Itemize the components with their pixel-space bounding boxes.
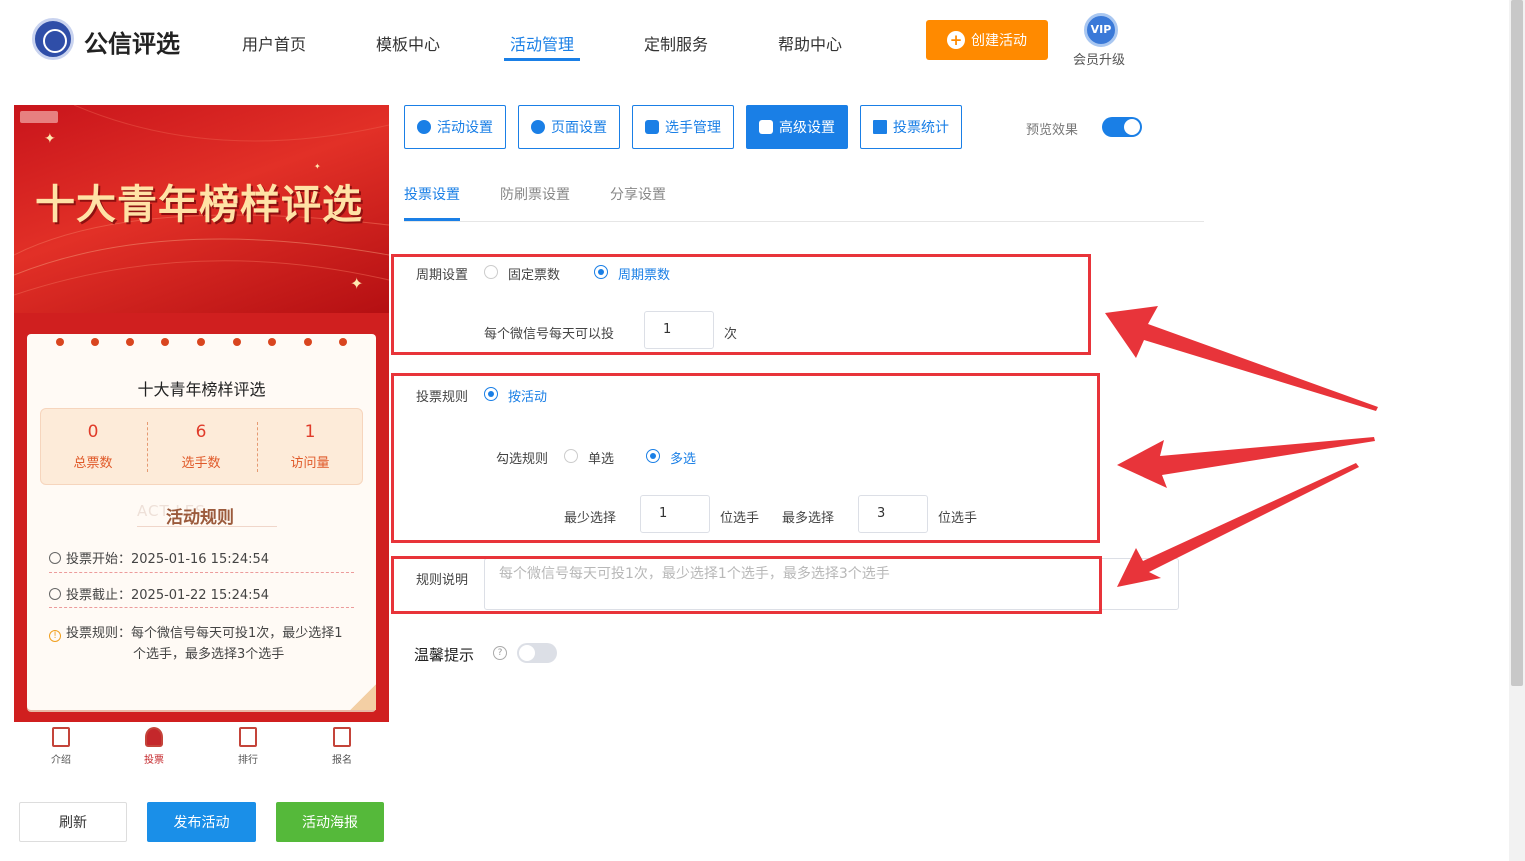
bottom-nav-signup-label: 报名 [332, 755, 352, 766]
rule-divider [49, 572, 354, 573]
bottom-nav-vote-label: 投票 [144, 755, 164, 766]
help-icon[interactable]: ? [493, 646, 507, 660]
star-icon [417, 120, 431, 134]
ring-decoration [304, 338, 312, 346]
vote-start-row: 投票开始：2025-01-16 15:24:54 [49, 548, 269, 567]
ring-decoration [91, 338, 99, 346]
svg-text:✦: ✦ [350, 274, 363, 293]
subtab-divider [404, 221, 1204, 222]
publish-activity-button[interactable]: 发布活动 [147, 802, 256, 842]
vote-end-row: 投票截止：2025-01-22 15:24:54 [49, 584, 269, 603]
card-corner-fold [350, 684, 376, 710]
vote-start-text: 投票开始：2025-01-16 15:24:54 [66, 552, 270, 567]
tab-vote-statistics[interactable]: 投票统计 [860, 105, 962, 149]
preview-effect-toggle[interactable] [1102, 117, 1142, 137]
ring-decoration [161, 338, 169, 346]
tab-advanced-settings-label: 高级设置 [779, 120, 835, 136]
refresh-button[interactable]: 刷新 [19, 802, 127, 842]
clock-icon [49, 552, 61, 564]
stat-candidates-value: 6 [195, 422, 207, 442]
tab-candidate-management[interactable]: 选手管理 [632, 105, 734, 149]
warm-tip-toggle[interactable] [517, 643, 557, 663]
rules-title: 活动规则 [166, 508, 234, 528]
ring-decoration [339, 338, 347, 346]
tab-activity-settings-label: 活动设置 [437, 120, 493, 136]
subtab-anti-fraud[interactable]: 防刷票设置 [500, 184, 570, 204]
create-activity-label: 创建活动 [971, 33, 1027, 49]
bottom-nav-vote[interactable]: 投票 [129, 727, 179, 766]
document-icon [52, 727, 70, 747]
card-title: 十大青年榜样评选 [137, 380, 266, 399]
vip-icon[interactable]: VIP [1084, 13, 1118, 47]
settings-sliders-icon [759, 120, 773, 134]
users-icon [645, 120, 659, 134]
subtab-share-settings[interactable]: 分享设置 [610, 184, 666, 204]
bottom-nav-ranking-label: 排行 [238, 755, 258, 766]
vote-rule-text: 投票规则：每个微信号每天可投1次，最少选择1 [66, 626, 343, 641]
ring-decoration [126, 338, 134, 346]
annotation-arrows [1105, 306, 1378, 587]
nav-active-underline [504, 58, 580, 61]
tab-activity-settings[interactable]: 活动设置 [404, 105, 506, 149]
ring-decoration [268, 338, 276, 346]
highlight-box-description [391, 556, 1102, 614]
svg-text:✦: ✦ [44, 131, 56, 147]
tab-advanced-settings[interactable]: 高级设置 [746, 105, 848, 149]
stat-total-votes-value: 0 [87, 422, 99, 442]
id-card-icon [333, 727, 351, 747]
clock-icon [49, 588, 61, 600]
svg-text:✦: ✦ [314, 162, 321, 171]
nav-help-center[interactable]: 帮助中心 [778, 31, 842, 55]
stat-visits-value: 1 [304, 422, 316, 442]
tab-vote-statistics-label: 投票统计 [893, 120, 949, 136]
bottom-nav-ranking[interactable]: 排行 [223, 727, 273, 766]
arrow-pointer-cycle [1105, 306, 1378, 411]
preview-effect-label: 预览效果 [1026, 123, 1079, 138]
nav-activity-management[interactable]: 活动管理 [510, 31, 574, 55]
vip-upgrade-link[interactable]: 会员升级 [1073, 49, 1125, 68]
bottom-nav-signup[interactable]: 报名 [317, 727, 367, 766]
gear-icon [531, 120, 545, 134]
warm-tip-label: 温馨提示 [414, 646, 475, 664]
bottom-nav-intro-label: 介绍 [51, 755, 71, 766]
vote-rule-row: ! 投票规则：每个微信号每天可投1次，最少选择1 [49, 622, 343, 642]
banner-blurred-text [20, 111, 58, 123]
logo-icon[interactable] [32, 18, 74, 60]
ring-decoration [56, 338, 64, 346]
banner-title: 十大青年榜样评选 [35, 181, 363, 228]
rule-divider [49, 607, 354, 608]
tab-page-settings[interactable]: 页面设置 [518, 105, 620, 149]
stat-visits-label: 访问量 [290, 456, 330, 471]
stat-candidates-label: 选手数 [181, 456, 221, 471]
nav-custom-service[interactable]: 定制服务 [644, 31, 708, 55]
brand-name[interactable]: 公信评选 [84, 24, 180, 59]
arrow-pointer-vote-rule [1117, 437, 1375, 488]
plus-circle-icon: + [947, 31, 965, 49]
create-activity-button[interactable]: + 创建活动 [926, 20, 1048, 60]
ranking-icon [239, 727, 257, 747]
subtab-active-underline [404, 218, 460, 221]
vote-end-text: 投票截止：2025-01-22 15:24:54 [66, 588, 270, 603]
activity-poster-button[interactable]: 活动海报 [276, 802, 384, 842]
nav-template-center[interactable]: 模板中心 [376, 31, 440, 55]
highlight-box-vote-rule [391, 373, 1100, 543]
highlight-box-cycle [391, 254, 1091, 355]
rules-underline [137, 526, 277, 527]
scrollbar-thumb[interactable] [1511, 0, 1523, 686]
info-icon: ! [49, 630, 61, 642]
ring-decoration [233, 338, 241, 346]
tab-candidate-management-label: 选手管理 [665, 120, 721, 136]
bottom-nav-intro[interactable]: 介绍 [36, 727, 86, 766]
ring-decoration [197, 338, 205, 346]
subtab-vote-settings[interactable]: 投票设置 [404, 184, 460, 204]
tab-page-settings-label: 页面设置 [551, 120, 607, 136]
vote-rule-text-cont: 个选手，最多选择3个选手 [133, 647, 285, 662]
stats-box [40, 408, 363, 485]
bar-chart-icon [873, 120, 887, 134]
stat-total-votes-label: 总票数 [73, 456, 113, 471]
nav-user-home[interactable]: 用户首页 [242, 31, 306, 55]
user-icon [145, 727, 163, 747]
